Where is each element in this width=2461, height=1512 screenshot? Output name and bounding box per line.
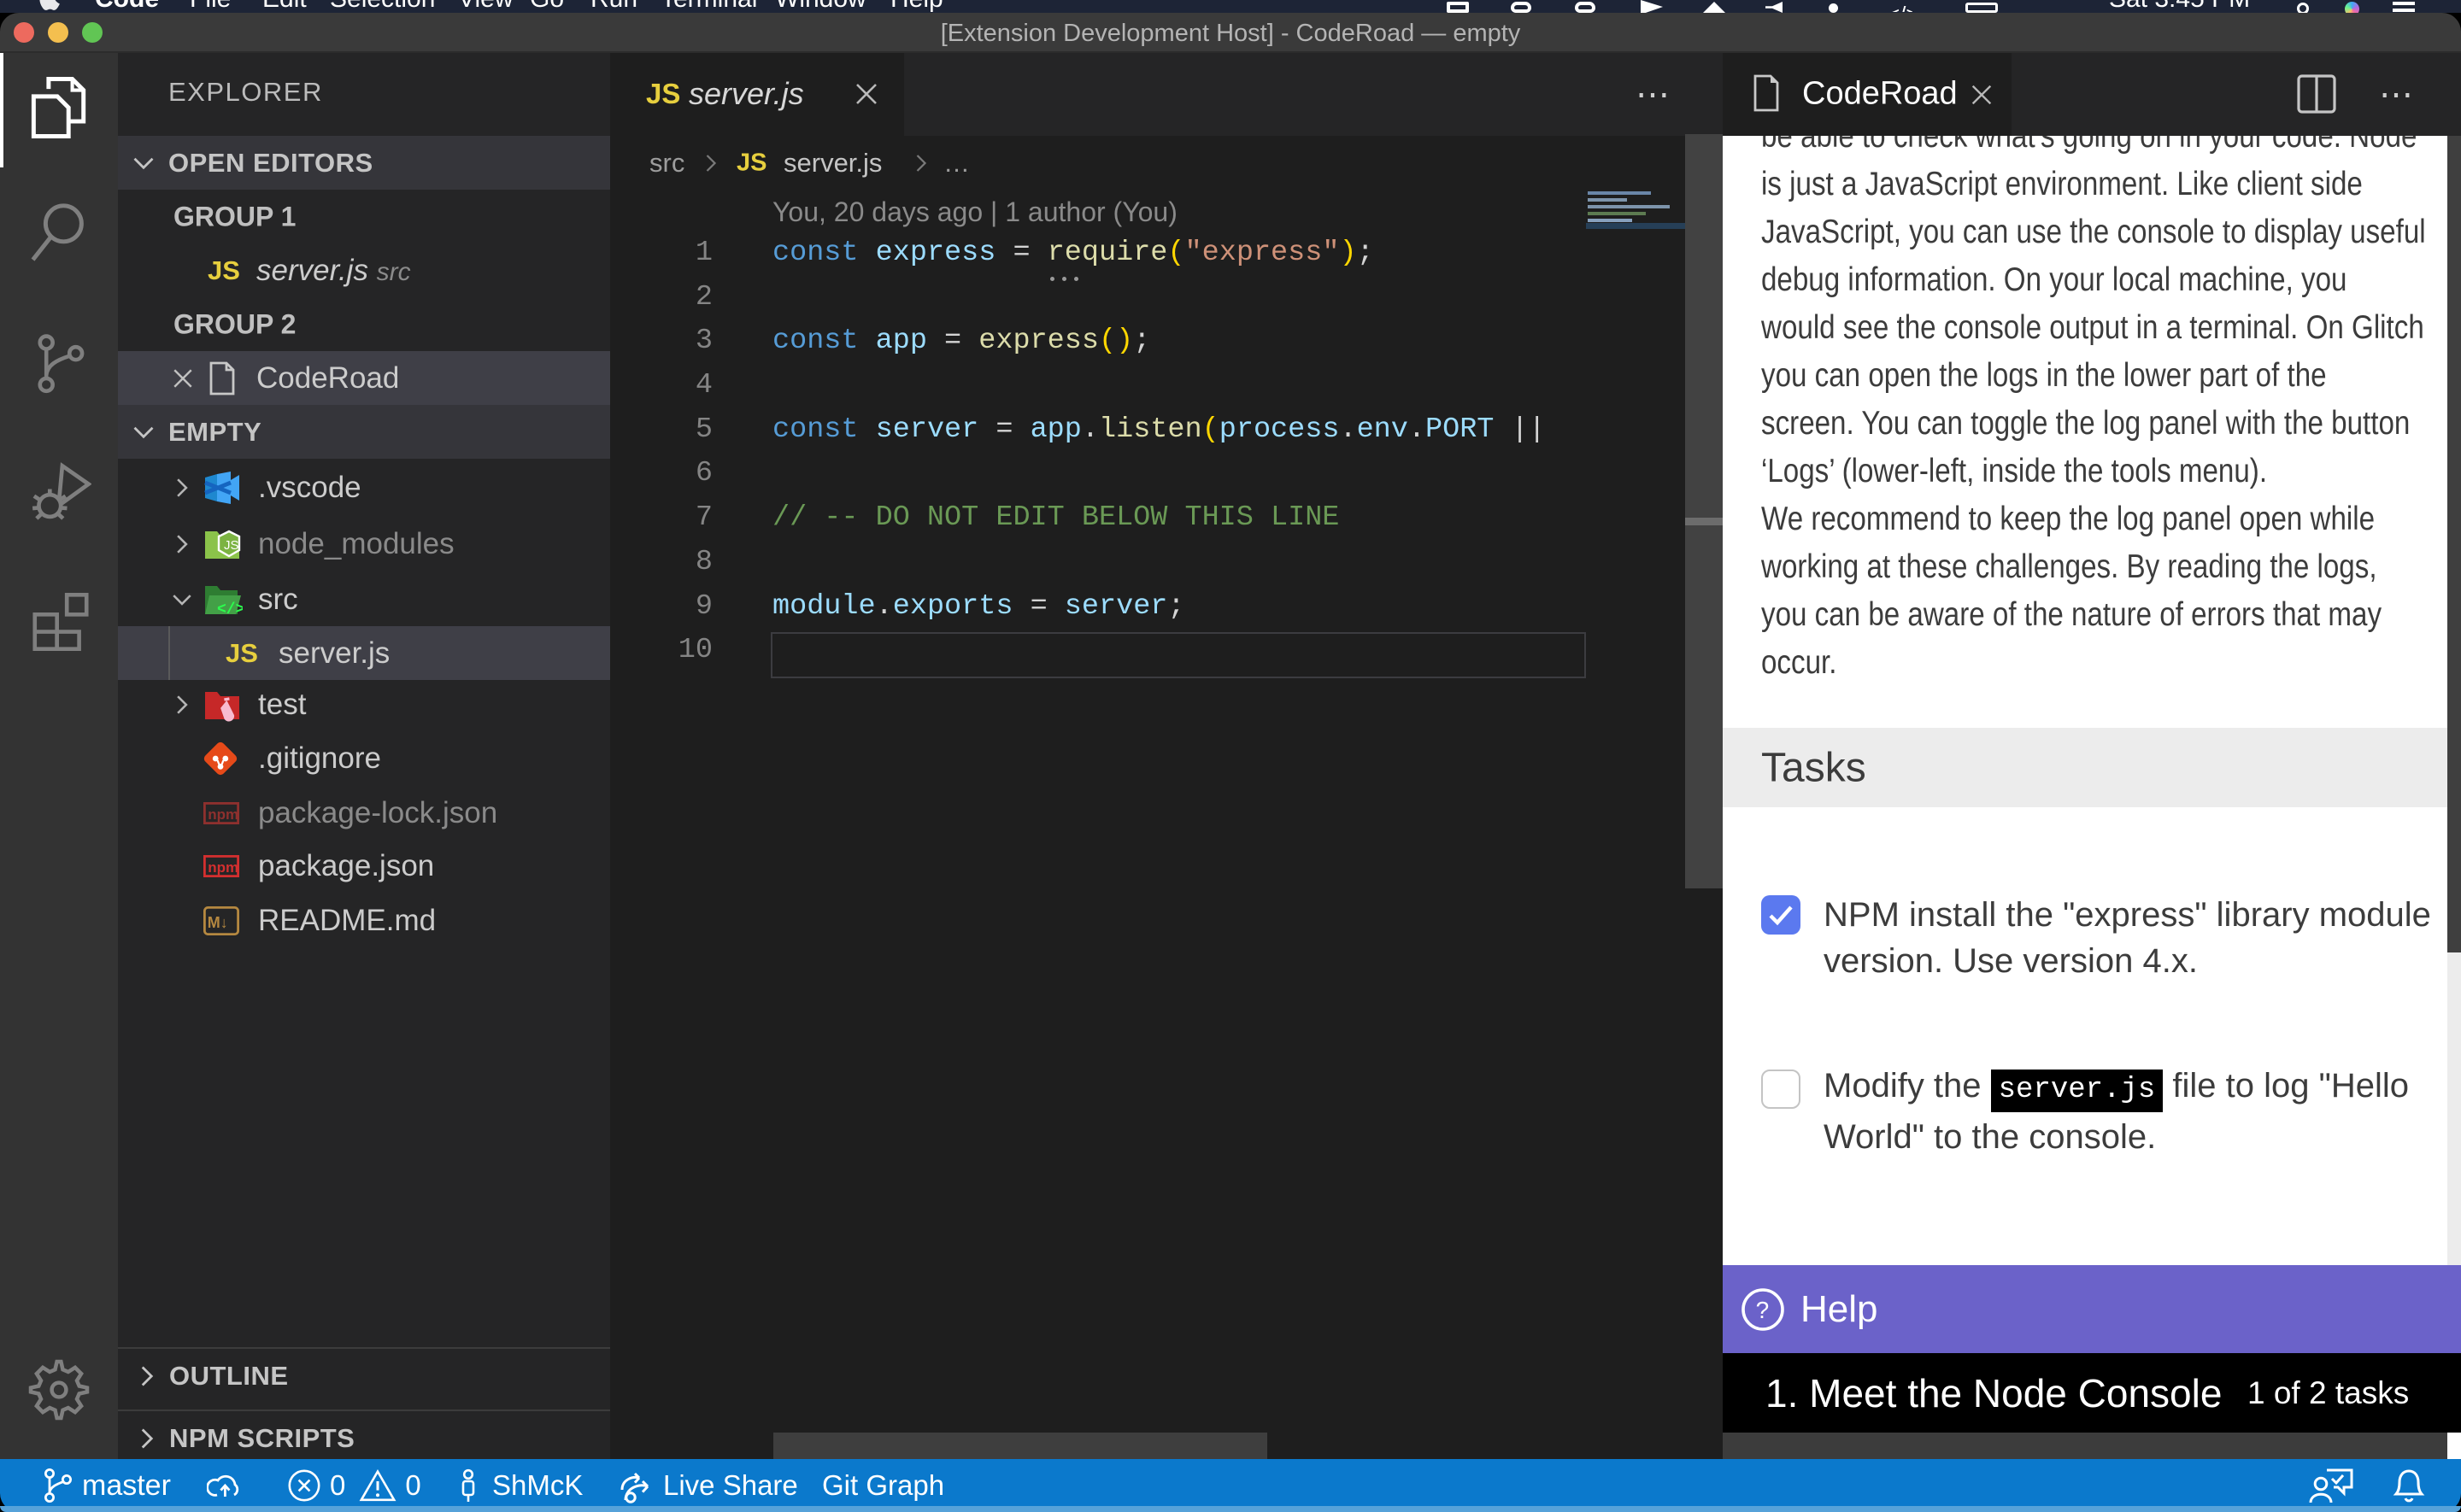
svg-text:npm: npm	[208, 859, 238, 876]
svg-text:npm: npm	[208, 806, 238, 823]
svg-text:JS: JS	[224, 538, 239, 553]
svg-text:</>: </>	[217, 601, 243, 618]
svg-text:?: ?	[1756, 1297, 1770, 1323]
svg-text:M↓: M↓	[208, 914, 228, 931]
